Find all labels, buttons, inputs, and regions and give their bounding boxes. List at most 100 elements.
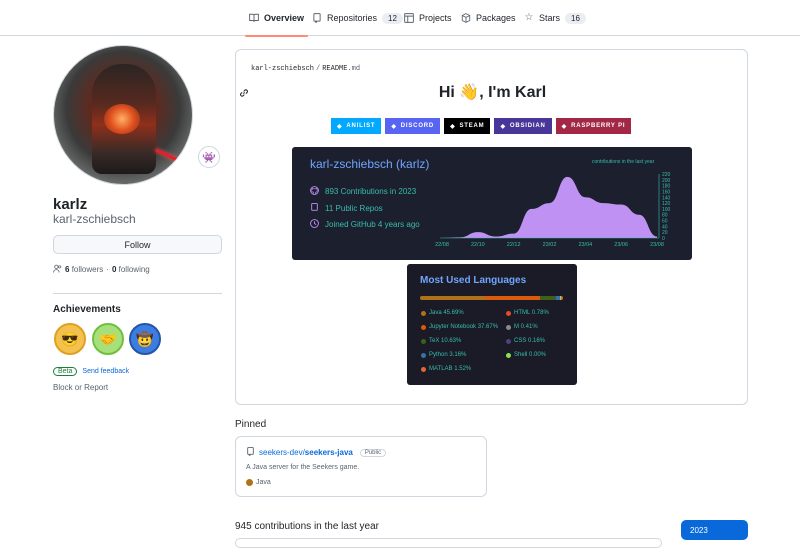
readme-box: karl-zschiebsch/README.md Hi 👋, I'm Karl… — [235, 49, 748, 405]
contributions-heading: 945 contributions in the last year — [235, 521, 379, 532]
language-label: Java — [256, 479, 271, 486]
y-tick-label: 0 — [662, 236, 665, 242]
y-tick-label: 200 — [662, 178, 671, 184]
language-item: MATLAB 1.52% — [421, 366, 471, 372]
y-tick-label: 220 — [662, 172, 671, 178]
achievement-badge-quickdraw-icon[interactable]: 🤠 — [129, 323, 161, 355]
follow-stats: 6 followers · 0 following — [53, 264, 150, 275]
shield-label: STEAM — [459, 123, 484, 129]
language-color-dot — [421, 325, 426, 330]
y-tick-label: 40 — [662, 224, 668, 230]
block-or-report-link[interactable]: Block or Report — [53, 383, 108, 392]
obsidian-icon: ◆ — [500, 123, 505, 130]
language-color-dot — [506, 353, 511, 358]
language-item: Jupyter Notebook 37.67% — [421, 324, 498, 330]
language-label: TeX 10.63% — [429, 338, 461, 344]
y-tick-label: 180 — [662, 184, 671, 190]
language-color-dot — [506, 311, 511, 316]
languages-card-title: Most Used Languages — [420, 275, 526, 286]
send-feedback-link[interactable]: Send feedback — [82, 368, 129, 375]
language-bar-segment — [540, 296, 555, 300]
language-item: CSS 0.16% — [506, 338, 545, 344]
followers-label: followers — [72, 265, 104, 274]
language-label: MATLAB 1.52% — [429, 366, 471, 372]
language-label: M 0.41% — [514, 324, 538, 330]
followers-link[interactable]: 6 followers — [65, 265, 103, 274]
y-tick-label: 120 — [662, 201, 671, 207]
readme-file-ext: .md — [347, 65, 360, 73]
language-bar-segment — [561, 296, 563, 300]
status-emoji-icon[interactable]: 👾 — [198, 146, 220, 168]
repo-icon — [246, 447, 255, 458]
y-tick-label: 80 — [662, 213, 668, 219]
pinned-repo-title: seekers-dev/seekers-java Public — [246, 447, 386, 458]
language-label: Python 3.16% — [429, 352, 466, 358]
x-tick-label: 22/08 — [435, 242, 449, 248]
shield-anilist[interactable]: ◆ANILIST — [331, 118, 381, 134]
shield-label: RASPBERRY PI — [571, 123, 625, 129]
y-tick-label: 160 — [662, 189, 671, 195]
tab-packages[interactable]: Packages — [461, 0, 516, 36]
language-color-dot — [506, 325, 511, 330]
table-icon — [404, 13, 414, 23]
avatar-saber — [155, 149, 189, 167]
language-item: M 0.41% — [506, 324, 538, 330]
readme-greeting: Hi 👋, I'm Karl — [236, 82, 749, 102]
language-label: Jupyter Notebook 37.67% — [429, 324, 498, 330]
divider — [53, 293, 222, 294]
shield-discord[interactable]: ◆DISCORD — [385, 118, 440, 134]
raspberry-pi-icon: ◆ — [562, 123, 567, 130]
year-button-2023[interactable]: 2023 — [681, 520, 748, 540]
stats-card: karl-zschiebsch (karlz) 893 Contribution… — [292, 147, 692, 260]
achievement-badge-yolo-icon[interactable]: 😎 — [54, 323, 86, 355]
language-label: HTML 0.78% — [514, 310, 549, 316]
pinned-repo-owner: seekers-dev/ — [259, 448, 305, 457]
repo-icon — [312, 13, 322, 23]
following-label: following — [119, 265, 150, 274]
shield-raspberry-pi[interactable]: ◆ RASPBERRY PI — [556, 118, 632, 134]
language-item: Python 3.16% — [421, 352, 466, 358]
breadcrumb-separator: / — [316, 65, 320, 73]
language-item: Java 45.69% — [421, 310, 464, 316]
language-item: Shell 0.00% — [506, 352, 546, 358]
tab-label: Repositories — [327, 13, 377, 23]
avatar-glow — [104, 104, 140, 134]
package-icon — [461, 13, 471, 23]
languages-card: Most Used Languages Java 45.69% HTML 0.78… — [407, 264, 577, 385]
follow-button[interactable]: Follow — [53, 235, 222, 254]
tab-repositories[interactable]: Repositories 12 — [312, 0, 403, 36]
following-link[interactable]: 0 following — [112, 265, 150, 274]
shields-row: ◆ANILIST◆DISCORD◆STEAM ◆ OBSIDIAN ◆ RASPBERR… — [331, 118, 631, 134]
y-tick-label: 60 — [662, 219, 668, 225]
shield-label: OBSIDIAN — [510, 123, 546, 129]
pinned-repo-name: seekers-java — [305, 448, 353, 457]
pinned-repo-link[interactable]: seekers-dev/seekers-java — [259, 448, 353, 457]
x-tick-label: 22/12 — [507, 242, 521, 248]
tab-label: Projects — [419, 13, 452, 23]
x-tick-label: 23/02 — [543, 242, 557, 248]
language-label: CSS 0.16% — [514, 338, 545, 344]
contributions-graph-box — [235, 538, 662, 548]
tab-stars[interactable]: ☆ Stars 16 — [524, 0, 586, 36]
languages-bar — [420, 296, 563, 300]
shield-steam[interactable]: ◆STEAM — [444, 118, 490, 134]
profile-login: karl-zschiebsch — [53, 212, 136, 226]
stars-count-badge: 16 — [565, 13, 586, 24]
tab-projects[interactable]: Projects — [404, 0, 452, 36]
pinned-repo-card: seekers-dev/seekers-java Public A Java s… — [235, 436, 487, 497]
readme-owner-link[interactable]: karl-zschiebsch — [251, 65, 314, 73]
language-item: TeX 10.63% — [421, 338, 461, 344]
shield-obsidian[interactable]: ◆ OBSIDIAN — [494, 118, 551, 134]
tab-label: Packages — [476, 13, 516, 23]
shield-label: ANILIST — [346, 123, 375, 129]
profile-name: karlz — [53, 196, 87, 213]
y-tick-label: 140 — [662, 195, 671, 201]
tab-overview[interactable]: Overview — [249, 0, 304, 36]
achievement-badge-pair-icon[interactable]: 🤝 — [92, 323, 124, 355]
x-tick-label: 23/06 — [614, 242, 628, 248]
pinned-repo-language: Java — [246, 479, 271, 486]
avatar[interactable] — [53, 45, 193, 185]
readme-file-name: README — [322, 65, 347, 73]
x-tick-label: 22/10 — [471, 242, 485, 248]
star-icon: ☆ — [524, 13, 534, 23]
